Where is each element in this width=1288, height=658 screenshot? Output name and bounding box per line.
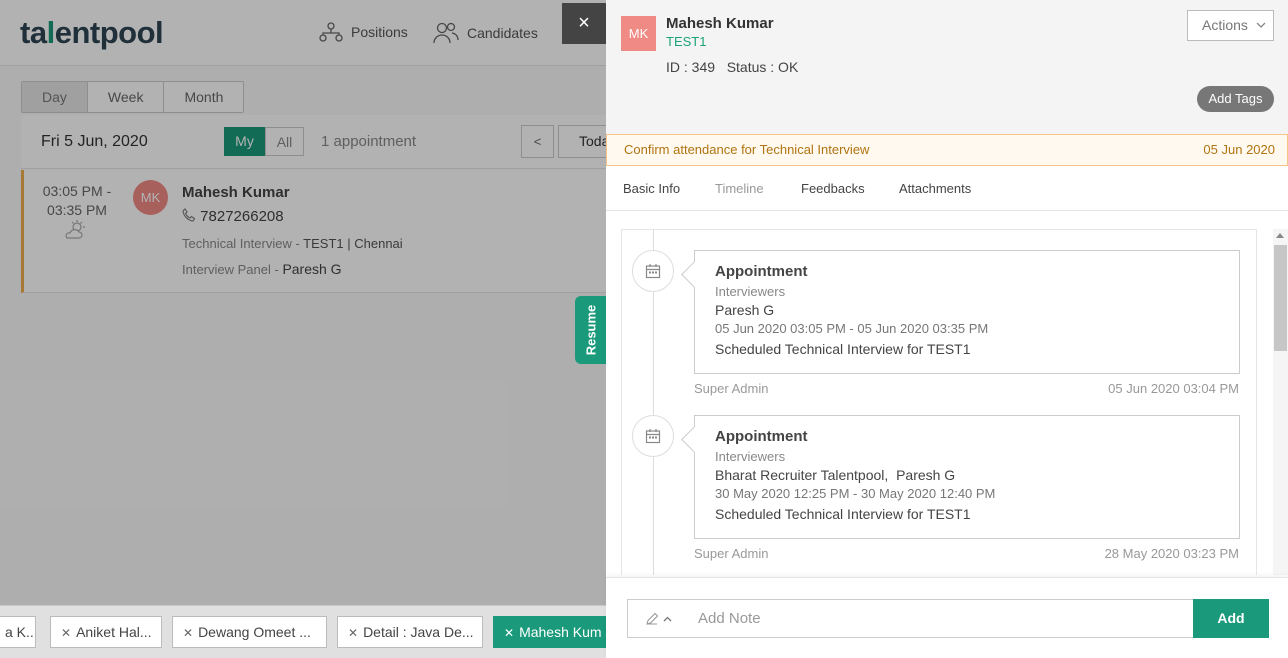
avatar: MK xyxy=(621,16,656,51)
bottom-tab-0[interactable]: a K... xyxy=(0,616,36,648)
confirm-attendance-date: 05 Jun 2020 xyxy=(1203,142,1275,157)
add-note-button[interactable]: Add xyxy=(1193,599,1269,638)
timeline-item-description: Scheduled Technical Interview for TEST1 xyxy=(715,506,971,522)
timeline-item-title: Appointment xyxy=(715,263,808,280)
confirm-attendance-text: Confirm attendance for Technical Intervi… xyxy=(624,142,870,157)
close-icon[interactable]: ✕ xyxy=(183,626,193,640)
bottom-tab-1[interactable]: ✕ Aniket Hal... xyxy=(50,616,162,648)
timeline-item-title: Appointment xyxy=(715,428,808,445)
close-panel-button[interactable]: × xyxy=(562,3,606,44)
add-note-bar: Add xyxy=(606,577,1288,658)
tab-basic-info[interactable]: Basic Info xyxy=(623,181,680,196)
bottom-tab-bar: a K... ✕ Aniket Hal... ✕ Dewang Omeet ... … xyxy=(0,605,606,658)
confirm-attendance-bar[interactable]: Confirm attendance for Technical Intervi… xyxy=(606,134,1288,166)
tab-timeline[interactable]: Timeline xyxy=(715,181,764,196)
chevron-down-icon xyxy=(1256,22,1266,28)
candidate-name: Mahesh Kumar xyxy=(666,15,774,32)
timeline-item-label: Interviewers xyxy=(715,284,786,299)
timeline-item-author: Super Admin xyxy=(694,381,769,396)
calendar-icon xyxy=(632,250,674,292)
candidate-id-status: ID : 349 Status : OK xyxy=(666,59,799,75)
scroll-thumb[interactable] xyxy=(1274,245,1287,351)
timeline-item-interviewers: Bharat Recruiter Talentpool, Paresh G xyxy=(715,467,956,483)
tab-feedbacks[interactable]: Feedbacks xyxy=(801,181,865,196)
timeline-item-timestamp: 28 May 2020 03:23 PM xyxy=(1104,546,1239,561)
timeline-scrollbar[interactable] xyxy=(1273,229,1288,575)
note-type-dropdown[interactable] xyxy=(627,599,689,638)
timeline-list: Appointment Interviewers Paresh G 05 Jun… xyxy=(621,229,1257,575)
scroll-up-arrow-icon[interactable] xyxy=(1276,233,1284,238)
add-note-input[interactable] xyxy=(688,599,1194,638)
chevron-up-icon xyxy=(663,616,671,621)
bottom-tab-4[interactable]: ✕ Mahesh Kum xyxy=(493,616,606,648)
actions-dropdown[interactable]: Actions xyxy=(1187,10,1274,41)
bottom-tab-3[interactable]: ✕ Detail : Java De... xyxy=(337,616,483,648)
timeline-item-range: 30 May 2020 12:25 PM - 30 May 2020 12:40… xyxy=(715,486,996,501)
pencil-icon xyxy=(645,612,658,625)
panel-tabs: Basic Info Timeline Feedbacks Attachment… xyxy=(606,166,1288,211)
timeline-item-description: Scheduled Technical Interview for TEST1 xyxy=(715,341,971,357)
candidate-position[interactable]: TEST1 xyxy=(666,34,706,49)
close-icon[interactable]: ✕ xyxy=(61,626,71,640)
candidate-detail-panel: MK Mahesh Kumar TEST1 ID : 349 Status : … xyxy=(606,0,1288,658)
tab-attachments[interactable]: Attachments xyxy=(899,181,971,196)
panel-header: MK Mahesh Kumar TEST1 ID : 349 Status : … xyxy=(606,0,1288,134)
add-tags-button[interactable]: Add Tags xyxy=(1197,86,1274,112)
close-icon[interactable]: ✕ xyxy=(504,626,514,640)
close-icon[interactable]: ✕ xyxy=(348,626,358,640)
timeline-item-range: 05 Jun 2020 03:05 PM - 05 Jun 2020 03:35… xyxy=(715,321,989,336)
calendar-icon xyxy=(632,415,674,457)
timeline-item-label: Interviewers xyxy=(715,449,786,464)
timeline-item-author: Super Admin xyxy=(694,546,769,561)
bottom-tab-2[interactable]: ✕ Dewang Omeet ... xyxy=(172,616,327,648)
timeline-item: Appointment Interviewers Bharat Recruite… xyxy=(694,415,1240,539)
timeline-item-interviewers: Paresh G xyxy=(715,302,775,318)
resume-tab[interactable]: Resume xyxy=(575,296,606,364)
timeline-item-timestamp: 05 Jun 2020 03:04 PM xyxy=(1108,381,1239,396)
timeline-item: Appointment Interviewers Paresh G 05 Jun… xyxy=(694,250,1240,374)
